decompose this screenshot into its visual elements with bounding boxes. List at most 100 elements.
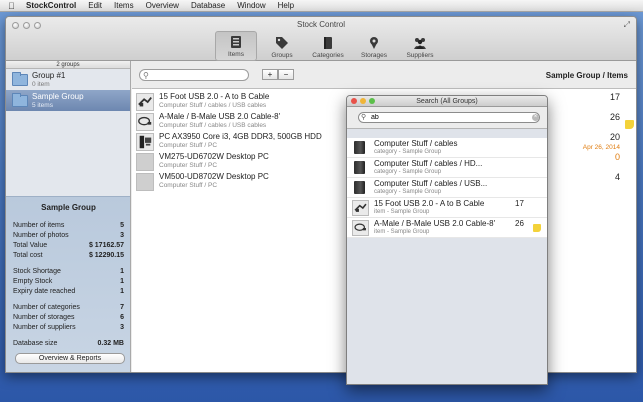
search-field-bar: ⚲ × <box>347 107 547 129</box>
menu-help[interactable]: Help <box>272 0 300 12</box>
summary-label: Number of categories <box>13 304 80 311</box>
search-window-title: Search (All Groups) <box>416 98 478 105</box>
toolbar-suppliers-label: Suppliers <box>406 52 434 59</box>
item-name: VM275-UD6702W Desktop PC <box>159 152 269 161</box>
group-summary: Sample Group Number of items 5 Number of … <box>6 196 130 372</box>
toolbar-groups[interactable]: Groups <box>261 31 303 61</box>
item-category: Computer Stuff / PC <box>159 142 218 149</box>
search-icon: ⚲ <box>143 71 149 80</box>
toolbar-suppliers[interactable]: Suppliers <box>399 31 441 61</box>
menu-bar:  StockControl Edit Items Overview Datab… <box>0 0 643 12</box>
item-quantity: 26 <box>609 112 620 122</box>
search-result[interactable]: Computer Stuff / cables category - Sampl… <box>347 138 547 158</box>
item-quantity: 20 <box>609 132 620 142</box>
apple-menu-icon[interactable]:  <box>8 0 20 12</box>
summary-row: Stock Shortage 1 <box>13 267 124 277</box>
summary-row: Number of photos 3 <box>13 231 124 241</box>
search-input[interactable]: ⚲ <box>139 69 249 81</box>
item-photo <box>136 173 154 191</box>
item-category: Computer Stuff / cables / USB cables <box>159 122 267 129</box>
summary-value: 6 <box>120 314 124 321</box>
items-icon <box>231 36 241 48</box>
search-window: Search (All Groups) ⚲ × Computer Stuff /… <box>346 95 548 385</box>
overview-reports-button[interactable]: Overview & Reports <box>15 353 125 364</box>
item-category: Computer Stuff / PC <box>159 162 218 169</box>
result-name: A-Male / B-Male USB 2.0 Cable-8' <box>374 219 496 228</box>
minimize-button[interactable] <box>360 98 366 104</box>
sidebar-item-sample-group[interactable]: Sample Group 5 items <box>6 90 130 111</box>
item-photo <box>352 220 369 236</box>
add-item-button[interactable]: + <box>262 69 278 80</box>
pin-icon <box>370 37 378 49</box>
summary-label: Total cost <box>13 252 43 259</box>
search-result[interactable]: Computer Stuff / cables / HD... category… <box>347 158 547 178</box>
toolbar-items[interactable]: Items <box>215 31 257 61</box>
menu-edit[interactable]: Edit <box>82 0 108 12</box>
search-result[interactable]: Computer Stuff / cables / USB... categor… <box>347 178 547 198</box>
sidebar: 2 groups Group #1 0 item Sample Group 5 … <box>6 61 131 372</box>
toolbar: Items Groups Categories Storages Supplie… <box>6 31 636 61</box>
toolbar-storages[interactable]: Storages <box>353 31 395 61</box>
summary-value: $ 12290.15 <box>88 252 124 259</box>
menu-items[interactable]: Items <box>108 0 140 12</box>
note-icon[interactable] <box>625 120 634 129</box>
summary-label: Total Value <box>13 242 48 249</box>
remove-item-button[interactable]: − <box>278 69 294 80</box>
toolbar-categories[interactable]: Categories <box>307 31 349 61</box>
group-name: Sample Group <box>32 91 84 101</box>
groups-count: 2 groups <box>6 61 130 69</box>
menu-database[interactable]: Database <box>185 0 231 12</box>
sidebar-item-group-1[interactable]: Group #1 0 item <box>6 69 130 90</box>
result-type: item - Sample Group <box>374 229 430 235</box>
close-button[interactable] <box>351 98 357 104</box>
summary-row: Empty Stock 1 <box>13 277 124 287</box>
summary-value: 3 <box>120 324 124 331</box>
folder-icon <box>12 71 28 86</box>
summary-label: Stock Shortage <box>13 268 61 275</box>
search-result[interactable]: A-Male / B-Male USB 2.0 Cable-8' item - … <box>347 218 547 238</box>
result-name: Computer Stuff / cables <box>374 139 458 148</box>
category-icon <box>354 181 365 194</box>
group-count: 5 items <box>32 101 53 109</box>
menu-app[interactable]: StockControl <box>20 0 82 12</box>
summary-label: Number of suppliers <box>13 324 76 331</box>
item-name: A-Male / B-Male USB 2.0 Cable-8' <box>159 112 281 121</box>
toolbar-categories-label: Categories <box>312 52 344 59</box>
result-type: category - Sample Group <box>374 169 442 175</box>
summary-row: Total cost $ 12290.15 <box>13 251 124 261</box>
fullscreen-icon[interactable]: ⤢ <box>624 20 630 30</box>
item-quantity: 0 <box>614 152 620 162</box>
toolbar-storages-label: Storages <box>360 52 388 59</box>
summary-row: Total Value $ 17162.57 <box>13 241 124 251</box>
summary-label: Expiry date reached <box>13 288 76 295</box>
item-name: 15 Foot USB 2.0 - A to B Cable <box>159 92 270 101</box>
expiry-date: Apr 26, 2014 <box>582 144 620 151</box>
summary-value: 7 <box>120 304 124 311</box>
summary-value: 1 <box>120 268 124 275</box>
item-category: Computer Stuff / PC <box>159 182 218 189</box>
menu-overview[interactable]: Overview <box>140 0 185 12</box>
people-icon <box>414 38 426 49</box>
summary-row: Number of items 5 <box>13 221 124 231</box>
item-name: PC AX3950 Core i3, 4GB DDR3, 500GB HDD <box>159 132 322 141</box>
summary-label: Number of storages <box>13 314 75 321</box>
result-type: category - Sample Group <box>374 189 442 195</box>
category-icon <box>354 161 365 174</box>
list-toolbar: ⚲ + − Sample Group / Items <box>132 61 636 89</box>
zoom-button[interactable] <box>369 98 375 104</box>
summary-row: Number of suppliers 3 <box>13 323 124 333</box>
item-photo <box>136 133 154 151</box>
result-type: item - Sample Group <box>374 209 430 215</box>
summary-label: Number of photos <box>13 232 69 239</box>
item-photo <box>136 153 154 171</box>
search-result[interactable]: 15 Foot USB 2.0 - A to B Cable item - Sa… <box>347 198 547 218</box>
summary-value: 3 <box>120 232 124 239</box>
menu-window[interactable]: Window <box>231 0 271 12</box>
clear-search-icon[interactable]: × <box>532 114 539 121</box>
note-icon[interactable] <box>533 224 541 232</box>
add-remove-control: + − <box>262 69 294 80</box>
search-input[interactable] <box>358 112 540 123</box>
summary-label: Empty Stock <box>13 278 53 285</box>
summary-value: 5 <box>120 222 124 229</box>
result-name: 15 Foot USB 2.0 - A to B Cable <box>374 199 485 208</box>
